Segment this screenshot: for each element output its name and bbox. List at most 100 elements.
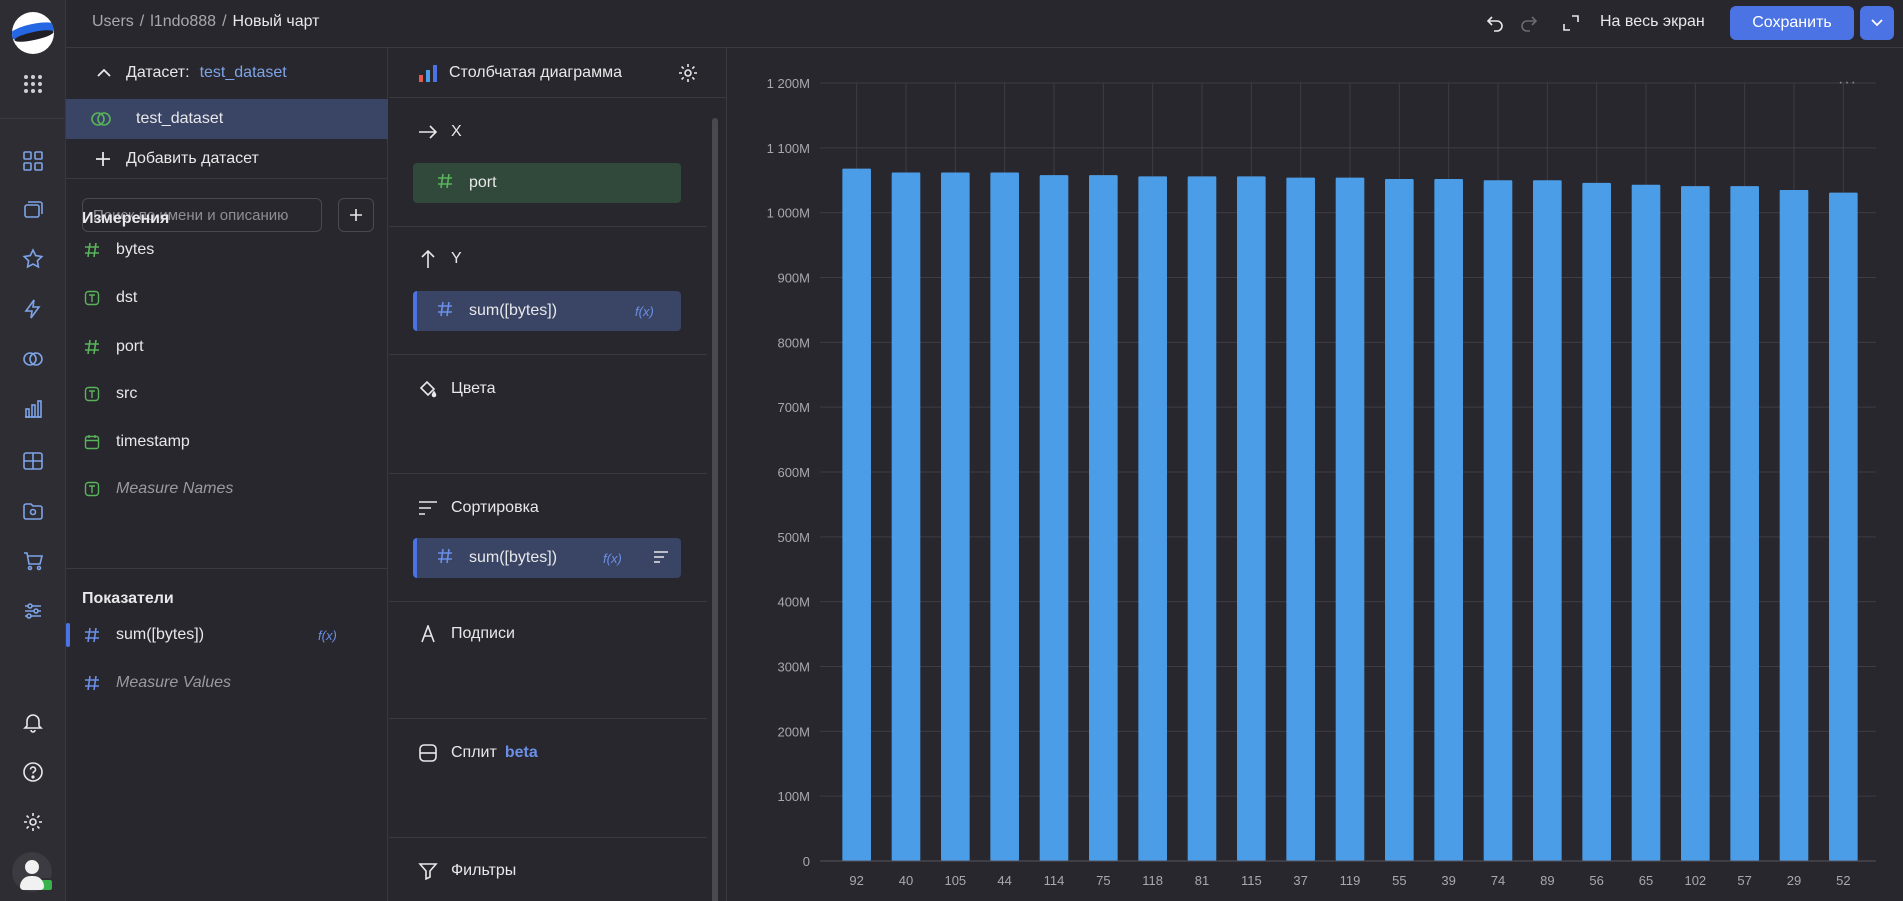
- add-dataset-label: Добавить датасет: [126, 150, 259, 167]
- x-tick-label: 52: [1836, 873, 1850, 888]
- undo-icon[interactable]: [1484, 12, 1506, 34]
- x-tick-label: 39: [1441, 873, 1455, 888]
- chart-area: 0 100M 200M 300M 400M 500M 600M 700M 800M 900M 1 0…: [728, 48, 1903, 901]
- bar: [1089, 175, 1118, 861]
- divider: [389, 601, 707, 602]
- breadcrumb-item-user[interactable]: l1ndo888: [150, 13, 216, 30]
- favorites-star-icon[interactable]: [19, 245, 47, 273]
- measure-item-measure-values[interactable]: Measure Values: [66, 665, 388, 701]
- folder-icon[interactable]: [19, 497, 47, 525]
- breadcrumb-item-users[interactable]: Users: [92, 13, 134, 30]
- charts-icon[interactable]: [19, 395, 47, 423]
- status-badge: [38, 878, 54, 892]
- y-tick-label: 500M: [777, 530, 810, 545]
- measure-item-sum-bytes[interactable]: sum([bytes]) f(x): [66, 617, 388, 653]
- breadcrumb: Users / l1ndo888/Новый чарт: [92, 13, 320, 30]
- bar: [1681, 186, 1710, 861]
- y-tick-label: 900M: [777, 271, 810, 286]
- split-section-title: Сплит beta: [417, 742, 538, 764]
- connections-bolt-icon[interactable]: [19, 295, 47, 323]
- redo-icon[interactable]: [1518, 12, 1540, 34]
- fullscreen-icon[interactable]: [1560, 12, 1582, 34]
- save-options-button[interactable]: [1860, 6, 1894, 40]
- visualization-config-panel: Столбчатая диаграмма X port Y sum([bytes…: [389, 48, 727, 901]
- x-section-title: X: [417, 121, 462, 143]
- user-avatar[interactable]: [12, 852, 54, 892]
- colors-section-title: Цвета: [417, 378, 496, 400]
- hash-icon: [437, 301, 453, 322]
- add-field-button[interactable]: [338, 198, 374, 232]
- y-field-chip[interactable]: sum([bytes]) f(x): [413, 291, 681, 331]
- dimension-item-dst[interactable]: dst: [66, 280, 388, 316]
- formula-icon: f(x): [318, 627, 337, 643]
- dashboard-icon[interactable]: [19, 147, 47, 175]
- divider: [389, 226, 707, 227]
- dimension-item-src[interactable]: src: [66, 376, 388, 412]
- dimension-item-bytes[interactable]: bytes: [66, 232, 388, 268]
- sort-field-chip[interactable]: sum([bytes]) f(x): [413, 538, 681, 578]
- settings-gear-icon[interactable]: [19, 808, 47, 836]
- bar: [990, 172, 1019, 862]
- x-tick-label: 119: [1340, 873, 1361, 888]
- divider: [66, 568, 388, 569]
- datalens-logo-icon[interactable]: [12, 12, 54, 54]
- fullscreen-button[interactable]: На весь экран: [1600, 13, 1705, 31]
- dataset-name-link[interactable]: test_dataset: [200, 64, 287, 82]
- formula-icon[interactable]: f(x): [603, 551, 622, 566]
- bar: [1434, 178, 1463, 861]
- dimension-item-timestamp[interactable]: timestamp: [66, 424, 388, 460]
- config-scrollbar[interactable]: [711, 108, 719, 901]
- x-tick-label: 102: [1684, 873, 1706, 888]
- sort-section-title: Сортировка: [417, 497, 539, 519]
- x-tick-label: 74: [1491, 873, 1505, 888]
- sort-field-label: sum([bytes]): [469, 549, 558, 566]
- paint-bucket-icon: [417, 378, 439, 400]
- hash-icon: [437, 548, 453, 569]
- y-tick-label: 1 200M: [767, 76, 810, 91]
- sort-direction-icon[interactable]: [653, 550, 669, 569]
- filters-label: Фильтры: [451, 862, 517, 879]
- bar: [842, 168, 871, 861]
- reports-icon[interactable]: [19, 447, 47, 475]
- chevron-up-icon[interactable]: [96, 68, 112, 78]
- notifications-bell-icon[interactable]: [19, 708, 47, 736]
- bar: [1582, 182, 1611, 862]
- dimension-item-port[interactable]: port: [66, 329, 388, 365]
- dimension-item-measure-names[interactable]: Measure Names: [66, 471, 388, 507]
- dataset-item[interactable]: test_dataset: [66, 99, 388, 139]
- y-tick-label: 0: [803, 854, 810, 869]
- dimension-label: Measure Names: [116, 480, 234, 497]
- scrollbar-thumb[interactable]: [712, 118, 718, 901]
- chevron-down-icon: [1871, 19, 1883, 27]
- formula-icon[interactable]: f(x): [635, 304, 654, 319]
- dataset-header[interactable]: Датасет: test_dataset: [66, 48, 388, 98]
- divider: [389, 718, 707, 719]
- settings-sliders-icon[interactable]: [19, 597, 47, 625]
- arrow-right-icon: [417, 121, 439, 143]
- y-tick-label: 100M: [777, 789, 810, 804]
- y-label: Y: [451, 250, 462, 267]
- datasets-icon[interactable]: [19, 345, 47, 373]
- x-field-chip[interactable]: port: [413, 163, 681, 203]
- marketplace-cart-icon[interactable]: [19, 547, 47, 575]
- chart-type-selector[interactable]: Столбчатая диаграмма: [389, 48, 727, 98]
- measure-label: sum([bytes]): [116, 626, 205, 643]
- apps-grid-icon[interactable]: [19, 70, 47, 98]
- bar: [1237, 176, 1266, 862]
- x-tick-label: 37: [1293, 873, 1307, 888]
- collections-icon[interactable]: [19, 196, 47, 224]
- split-label: Сплит: [451, 744, 497, 761]
- divider: [389, 473, 707, 474]
- dimension-label: bytes: [116, 241, 155, 258]
- divider: [389, 837, 707, 838]
- chart-menu-dots-icon[interactable]: ···: [1838, 74, 1857, 92]
- chart-type-label: Столбчатая диаграмма: [449, 63, 622, 81]
- save-button[interactable]: Сохранить: [1730, 6, 1854, 40]
- labels-section-title: Подписи: [417, 623, 515, 645]
- chart-settings-gear-icon[interactable]: [677, 62, 699, 89]
- add-dataset-button[interactable]: Добавить датасет: [66, 140, 388, 178]
- help-icon[interactable]: [19, 758, 47, 786]
- y-tick-label: 300M: [777, 660, 810, 675]
- bar: [1533, 180, 1562, 861]
- beta-badge: beta: [504, 744, 538, 761]
